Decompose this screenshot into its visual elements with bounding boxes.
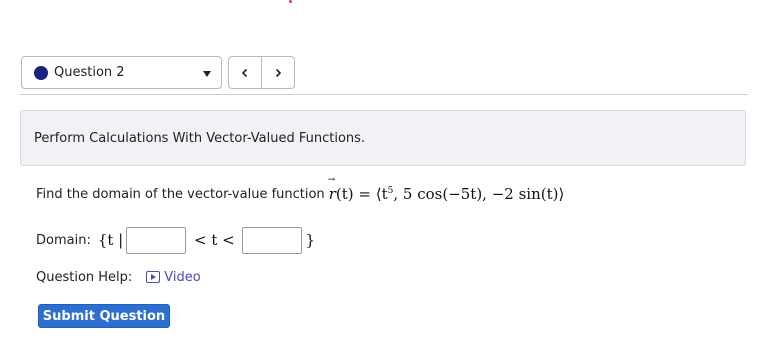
question-status-dot — [34, 65, 48, 80]
chevron-left-icon — [241, 68, 248, 77]
prompt-text: Find the domain of the vector-value func… — [36, 186, 325, 202]
domain-label: Domain: — [36, 232, 91, 248]
chevron-right-icon — [275, 68, 282, 77]
header-divider — [20, 94, 748, 95]
domain-row: Domain: {t | < t < } — [36, 226, 315, 254]
banner-title: Perform Calculations With Vector-Valued … — [34, 130, 366, 146]
question-prompt: Find the domain of the vector-value func… — [36, 175, 565, 205]
set-open: {t | — [97, 231, 124, 249]
video-play-icon — [146, 271, 161, 283]
vector-r: r — [328, 175, 336, 203]
formula-rest: , 5 cos(−5t), −2 sin(t)⟩ — [393, 185, 565, 203]
inequality-middle: < t < — [189, 231, 240, 249]
question-help-label: Question Help: — [36, 269, 133, 285]
top-marker-dot — [289, 0, 292, 3]
question-select[interactable]: Question 2 — [21, 56, 222, 89]
next-question-button[interactable] — [261, 57, 294, 88]
lower-bound-input[interactable] — [126, 226, 187, 254]
caret-down-icon — [203, 71, 211, 77]
question-help: Question Help: Video — [36, 267, 201, 287]
question-select-label: Question 2 — [54, 65, 125, 80]
formula-arg: (t) = — [335, 185, 371, 203]
video-link[interactable]: Video — [146, 269, 201, 285]
set-close: } — [305, 231, 316, 249]
upper-bound-input[interactable] — [242, 226, 303, 254]
video-link-label: Video — [164, 269, 201, 285]
question-banner: Perform Calculations With Vector-Valued … — [20, 110, 746, 166]
submit-question-button[interactable]: Submit Question — [38, 304, 170, 328]
formula-open: ⟨t — [375, 185, 388, 203]
question-nav — [228, 56, 295, 89]
previous-question-button[interactable] — [229, 57, 261, 88]
prompt-formula: r(t) = ⟨t5, 5 cos(−5t), −2 sin(t)⟩ — [328, 175, 565, 203]
